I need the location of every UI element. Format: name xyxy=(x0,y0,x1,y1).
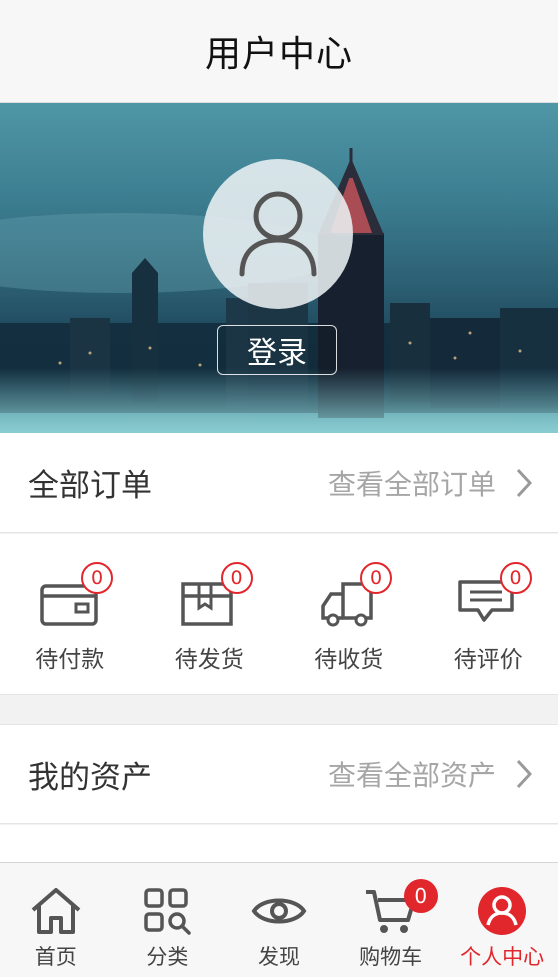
status-label: 待发货 xyxy=(175,640,244,674)
user-icon xyxy=(236,188,320,280)
status-pending-receipt[interactable]: 0 待收货 xyxy=(279,534,419,694)
eye-icon xyxy=(251,891,307,931)
count-badge: 0 xyxy=(360,562,392,594)
profile-icon xyxy=(476,885,528,937)
assets-content xyxy=(0,825,558,865)
view-all-assets-link[interactable]: 查看全部资产 xyxy=(328,754,532,794)
tab-label: 购物车 xyxy=(359,941,422,971)
view-all-assets-label: 查看全部资产 xyxy=(328,754,496,794)
tab-label: 个人中心 xyxy=(460,941,544,971)
tab-label: 分类 xyxy=(146,941,188,971)
orders-title: 全部订单 xyxy=(28,460,152,505)
status-pending-payment[interactable]: 0 待付款 xyxy=(0,534,140,694)
status-label: 待评价 xyxy=(454,640,523,674)
bottom-tab-bar: 首页 分类 发现 xyxy=(0,862,558,977)
orders-row[interactable]: 全部订单 查看全部订单 xyxy=(0,433,558,533)
status-label: 待收货 xyxy=(314,640,383,674)
tab-home[interactable]: 首页 xyxy=(0,863,112,977)
count-badge: 0 xyxy=(81,562,113,594)
tab-label: 首页 xyxy=(35,941,77,971)
login-button[interactable]: 登录 xyxy=(217,325,337,375)
tab-profile[interactable]: 个人中心 xyxy=(446,863,558,977)
assets-title: 我的资产 xyxy=(28,752,152,797)
view-all-orders-link[interactable]: 查看全部订单 xyxy=(328,463,532,503)
tab-category[interactable]: 分类 xyxy=(112,863,224,977)
page-title: 用户中心 xyxy=(205,25,353,77)
home-icon xyxy=(29,886,83,936)
order-status-bar: 0 待付款 0 待发货 0 待收货 xyxy=(0,534,558,695)
avatar[interactable] xyxy=(203,159,353,309)
profile-banner: 登录 xyxy=(0,103,558,433)
status-pending-shipment[interactable]: 0 待发货 xyxy=(140,534,280,694)
tab-label: 发现 xyxy=(258,941,300,971)
tab-discover[interactable]: 发现 xyxy=(223,863,335,977)
view-all-orders-label: 查看全部订单 xyxy=(328,463,496,503)
tab-cart[interactable]: 0 购物车 xyxy=(335,863,447,977)
nav-bar: 用户中心 xyxy=(0,0,558,103)
status-label: 待付款 xyxy=(35,640,104,674)
count-badge: 0 xyxy=(221,562,253,594)
chevron-right-icon xyxy=(516,468,532,498)
count-badge: 0 xyxy=(500,562,532,594)
status-pending-review[interactable]: 0 待评价 xyxy=(419,534,558,694)
assets-row[interactable]: 我的资产 查看全部资产 xyxy=(0,724,558,824)
cart-count-badge: 0 xyxy=(404,879,438,913)
category-icon xyxy=(142,886,192,936)
chevron-right-icon xyxy=(516,759,532,789)
